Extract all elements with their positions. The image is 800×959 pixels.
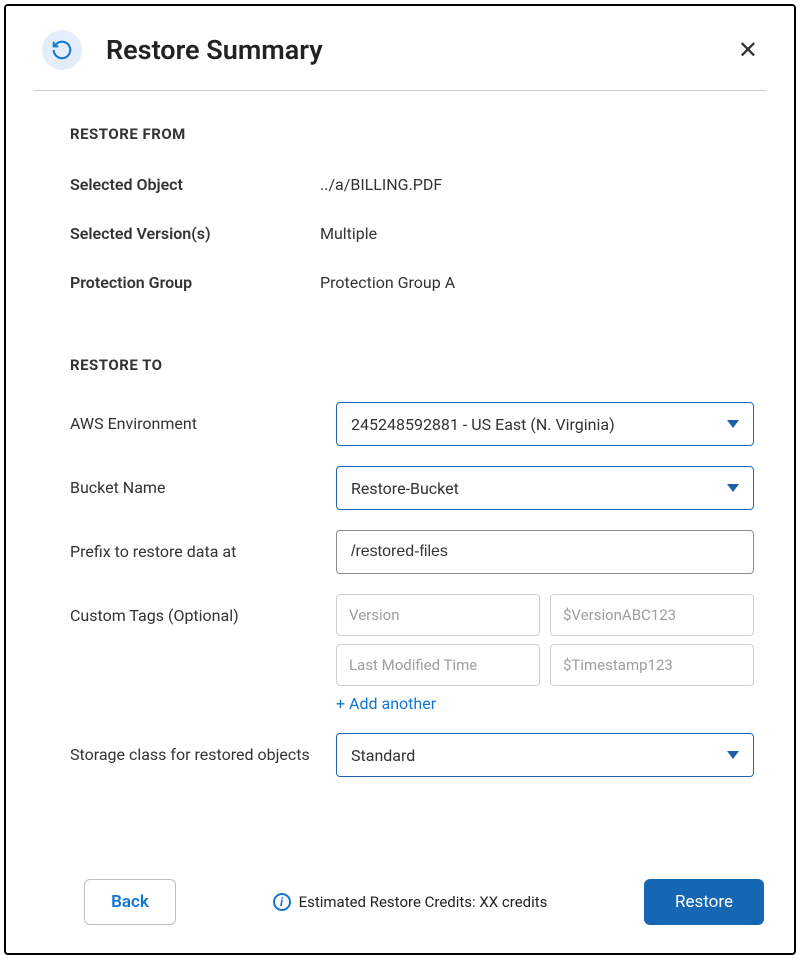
aws-env-value: 245248592881 - US East (N. Virginia) [351,415,615,434]
tag-key-input[interactable]: Last Modified Time [336,644,540,686]
bucket-row: Bucket Name Restore-Bucket [70,466,754,510]
tag-value-input[interactable]: $Timestamp123 [550,644,754,686]
selected-object-label: Selected Object [70,171,320,194]
tags-label: Custom Tags (Optional) [70,594,336,625]
dialog-header: Restore Summary ✕ [34,30,766,91]
aws-env-row: AWS Environment 245248592881 - US East (… [70,402,754,446]
close-icon[interactable]: ✕ [730,34,766,66]
protection-group-row: Protection Group Protection Group A [70,269,754,292]
dialog-footer: Back i Estimated Restore Credits: XX cre… [36,871,764,925]
selected-versions-value: Multiple [320,220,377,243]
protection-group-value: Protection Group A [320,269,455,292]
restore-to-title: RESTORE TO [70,356,754,374]
back-button[interactable]: Back [84,879,176,925]
dialog-content: RESTORE FROM Selected Object ../a/BILLIN… [36,91,764,871]
credits-value: Estimated Restore Credits: XX credits [299,893,548,911]
dialog-title: Restore Summary [106,34,730,66]
bucket-value: Restore-Bucket [351,479,459,498]
aws-env-select[interactable]: 245248592881 - US East (N. Virginia) [336,402,754,446]
storage-class-select[interactable]: Standard [336,733,754,777]
chevron-down-icon [727,751,739,759]
tags-grid: Version $VersionABC123 Last Modified Tim… [336,594,754,686]
storage-class-value: Standard [351,746,415,765]
restore-icon [42,30,82,70]
tag-value-input[interactable]: $VersionABC123 [550,594,754,636]
bucket-select[interactable]: Restore-Bucket [336,466,754,510]
storage-class-label: Storage class for restored objects [70,733,336,764]
selected-versions-label: Selected Version(s) [70,220,320,243]
restore-button[interactable]: Restore [644,879,764,925]
add-another-link[interactable]: + Add another [336,694,754,713]
protection-group-label: Protection Group [70,269,320,292]
chevron-down-icon [727,420,739,428]
bucket-label: Bucket Name [70,466,336,497]
storage-class-row: Storage class for restored objects Stand… [70,733,754,777]
selected-object-row: Selected Object ../a/BILLING.PDF [70,171,754,194]
tag-row: Version $VersionABC123 [336,594,754,636]
info-icon: i [273,893,291,911]
restore-summary-dialog: Restore Summary ✕ RESTORE FROM Selected … [4,4,796,955]
restore-from-title: RESTORE FROM [70,125,754,143]
aws-env-label: AWS Environment [70,402,336,433]
selected-versions-row: Selected Version(s) Multiple [70,220,754,243]
prefix-label: Prefix to restore data at [70,530,336,561]
prefix-input[interactable] [336,530,754,574]
tags-row: Custom Tags (Optional) Version $VersionA… [70,594,754,713]
selected-object-value: ../a/BILLING.PDF [320,171,442,194]
prefix-row: Prefix to restore data at [70,530,754,574]
tag-row: Last Modified Time $Timestamp123 [336,644,754,686]
tag-key-input[interactable]: Version [336,594,540,636]
credits-text: i Estimated Restore Credits: XX credits [176,893,644,911]
chevron-down-icon [727,484,739,492]
